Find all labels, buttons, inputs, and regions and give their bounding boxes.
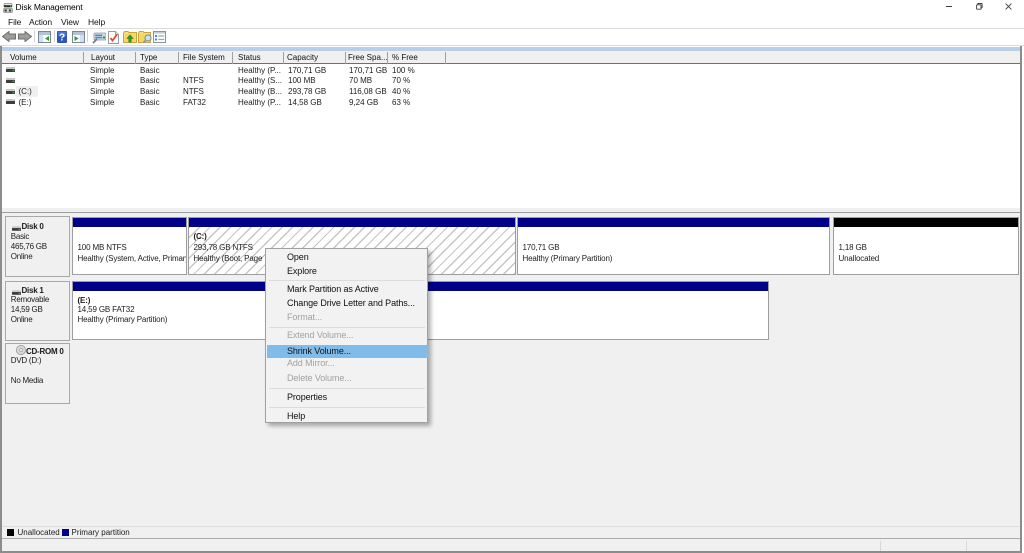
svg-text:?: ?	[59, 33, 65, 44]
